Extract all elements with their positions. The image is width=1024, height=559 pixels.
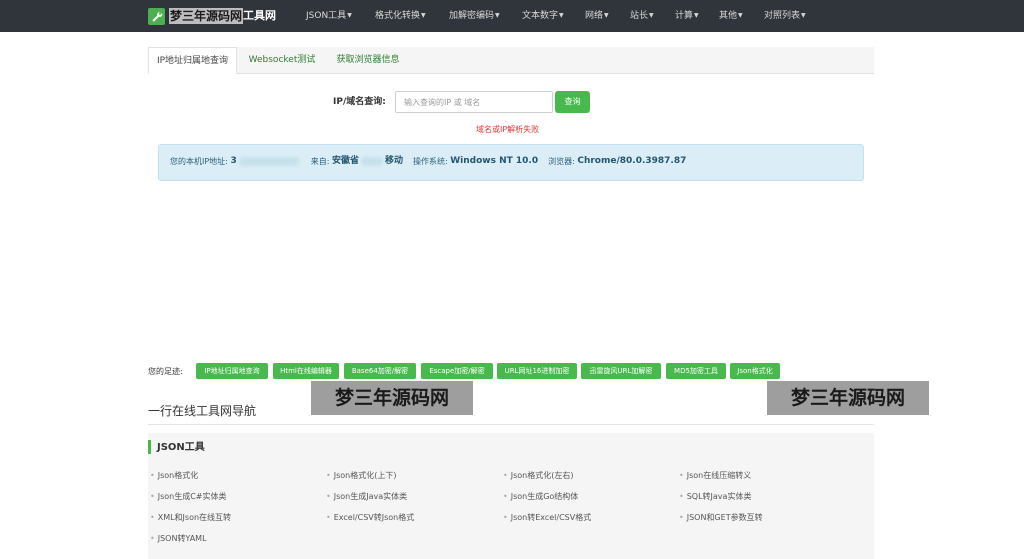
tool-link[interactable]: Json转Excel/CSV格式 [503, 512, 592, 523]
caret-down-icon: ▼ [801, 12, 806, 19]
tab-ip-location[interactable]: IP地址归属地查询 [148, 47, 237, 74]
tool-tabs: IP地址归属地查询 Websocket测试 获取浏览器信息 [148, 47, 874, 74]
tool-link[interactable]: Excel/CSV转Json格式 [326, 512, 415, 523]
os-label: 操作系统: [412, 157, 448, 166]
footprints-label: 您的足迹: [148, 367, 183, 376]
caret-down-icon: ▼ [738, 12, 743, 19]
footprint-tag[interactable]: URL网址16进制加密 [497, 363, 577, 379]
section-title: JSON工具 [157, 442, 205, 453]
nav-label: 网络 [585, 11, 604, 21]
nav-encrypt-encode[interactable]: 加解密编码▼ [449, 10, 500, 22]
footprint-tag[interactable]: Html在线编辑器 [273, 363, 339, 379]
carrier-value: 移动 [384, 156, 403, 166]
nav-label: 其他 [719, 11, 738, 21]
nav-label: 加解密编码 [449, 11, 495, 21]
footprint-tag[interactable]: 迅雷旋风URL加解密 [581, 363, 661, 379]
redacted-city [360, 157, 383, 166]
footprint-tag[interactable]: IP地址归属地查询 [196, 363, 268, 379]
site-navigation-title: 一行在线工具网导航 [148, 404, 257, 418]
section-accent-bar [148, 440, 151, 454]
nav-label: 站长 [630, 11, 649, 21]
nav-webmaster[interactable]: 站长▼ [630, 10, 654, 22]
caret-down-icon: ▼ [604, 12, 609, 19]
tool-link[interactable]: Json格式化(上下) [326, 470, 397, 481]
caret-down-icon: ▼ [421, 12, 426, 19]
caret-down-icon: ▼ [559, 12, 564, 19]
from-label: 来自: [310, 157, 330, 166]
footprint-tag[interactable]: Json格式化 [730, 363, 780, 379]
watermark-overlay: 梦三年源码网 [767, 381, 929, 415]
brand-name: 工具网 [243, 9, 277, 22]
nav-calculate[interactable]: 计算▼ [675, 10, 699, 22]
tool-link[interactable]: Json生成Java实体类 [326, 491, 407, 502]
brand-watermark: 梦三年源码网 [169, 8, 244, 24]
nav-other[interactable]: 其他▼ [719, 10, 743, 22]
tool-link[interactable]: XML和Json在线互转 [150, 512, 231, 523]
nav-text-number[interactable]: 文本数字▼ [522, 10, 564, 22]
nav-label: 对照列表 [764, 11, 801, 21]
tool-link[interactable]: JSON转YAML [150, 533, 207, 544]
caret-down-icon: ▼ [495, 12, 500, 19]
tool-link[interactable]: Json生成C#实体类 [150, 491, 227, 502]
info-row: 您的本机IP地址: 3 来自: 安徽省 移动 操作系统: Windows NT … [170, 156, 686, 167]
nav-label: 格式化转换 [375, 11, 421, 21]
divider [148, 424, 874, 425]
top-navbar: 梦三年源码网 工具网 JSON工具▼ 格式化转换▼ 加解密编码▼ 文本数字▼ 网… [0, 0, 1024, 32]
from-value: 安徽省 [331, 156, 359, 166]
footprint-tag[interactable]: Escape加密/解密 [421, 363, 493, 379]
brand-logo[interactable]: 梦三年源码网 工具网 [148, 7, 276, 25]
nav-label: JSON工具 [306, 11, 347, 21]
nav-label: 计算 [675, 11, 694, 21]
watermark-overlay: 梦三年源码网 [311, 381, 473, 415]
footprint-tag[interactable]: Base64加密/解密 [344, 363, 416, 379]
redacted-ip [238, 157, 299, 166]
tool-link[interactable]: Json在线压缩转义 [679, 470, 752, 481]
tab-browser-info[interactable]: 获取浏览器信息 [330, 47, 406, 74]
tab-websocket-test[interactable]: Websocket测试 [242, 47, 322, 74]
tool-link[interactable]: Json格式化(左右) [503, 470, 574, 481]
caret-down-icon: ▼ [347, 12, 352, 19]
ip-value: 3 [230, 156, 237, 166]
wrench-icon [148, 7, 165, 25]
footprint-tag[interactable]: MD5加密工具 [666, 363, 726, 379]
nav-reference-list[interactable]: 对照列表▼ [764, 10, 806, 22]
nav-label: 文本数字 [522, 11, 559, 21]
nav-json-tools[interactable]: JSON工具▼ [306, 10, 352, 22]
local-ip-info-panel: 您的本机IP地址: 3 来自: 安徽省 移动 操作系统: Windows NT … [158, 144, 864, 181]
tool-link[interactable]: JSON和GET参数互转 [679, 512, 763, 523]
browser-label: 浏览器: [548, 157, 575, 166]
caret-down-icon: ▼ [649, 12, 654, 19]
query-button[interactable]: 查询 [555, 91, 590, 113]
os-value: Windows NT 10.0 [450, 156, 539, 166]
browser-value: Chrome/80.0.3987.87 [577, 156, 687, 166]
tool-link[interactable]: Json格式化 [150, 470, 199, 481]
tool-link[interactable]: SQL转Java实体类 [679, 491, 752, 502]
error-message: 域名或IP解析失败 [476, 125, 540, 134]
ip-label: 您的本机IP地址: [170, 157, 228, 166]
json-tools-section: JSON工具 Json格式化 Json格式化(上下) Json格式化(左右) J… [148, 433, 874, 559]
ip-domain-input[interactable] [395, 91, 553, 113]
query-label: IP/域名查询: [333, 97, 386, 107]
tool-link[interactable]: Json生成Go结构体 [503, 491, 579, 502]
nav-network[interactable]: 网络▼ [585, 10, 609, 22]
nav-format-convert[interactable]: 格式化转换▼ [375, 10, 426, 22]
caret-down-icon: ▼ [694, 12, 699, 19]
